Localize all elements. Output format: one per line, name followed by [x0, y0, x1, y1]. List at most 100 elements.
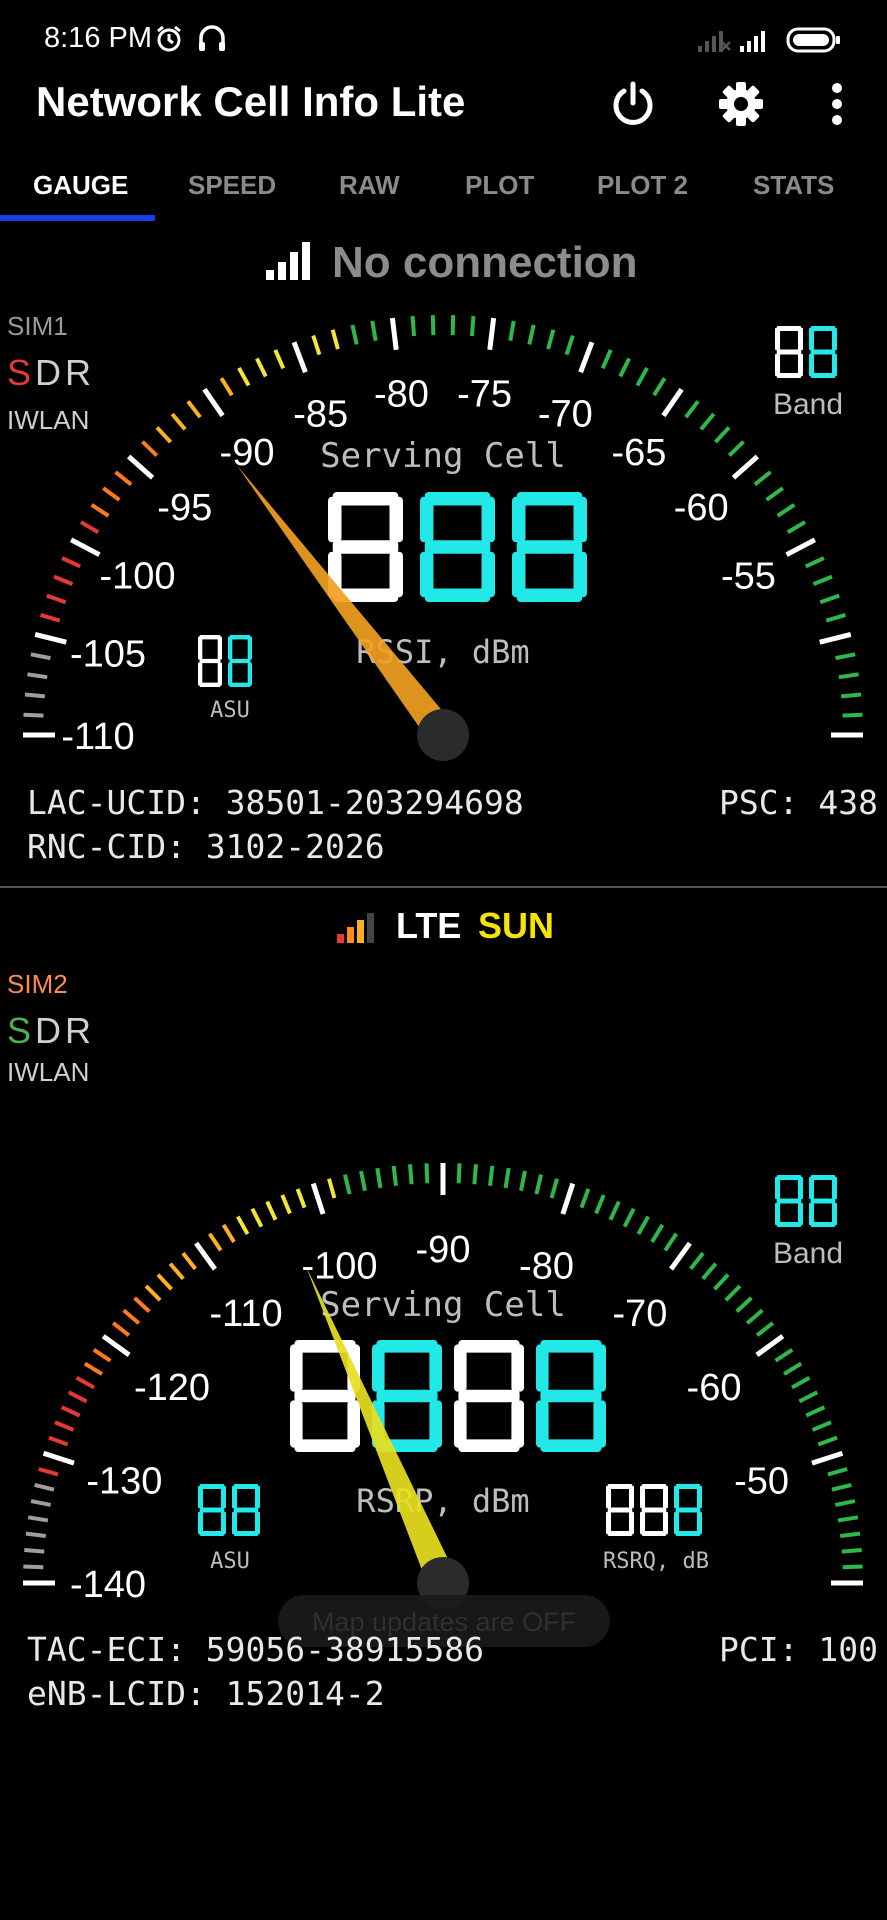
sim2-minor-tick: [839, 1531, 861, 1538]
sim2-asu-digits-digit: [232, 1484, 260, 1536]
sim2-scale-label: -80: [519, 1245, 574, 1287]
sim2-minor-tick: [724, 1284, 742, 1302]
sim2-main-digits-digit: [454, 1340, 524, 1452]
sim2-minor-tick: [359, 1170, 367, 1192]
sim2-iwlan: IWLAN: [7, 1057, 90, 1087]
sim2-minor-tick: [280, 1194, 292, 1215]
sim2-major-tick: [194, 1241, 217, 1271]
sim2-minor-tick: [713, 1273, 730, 1291]
sim2-minor-tick: [488, 1165, 495, 1187]
sim2-minor-tick: [783, 1361, 803, 1376]
lte-signal-icon: [337, 913, 374, 943]
tac-eci: TAC-ECI: 59056-38915586: [27, 1630, 484, 1669]
sim2-minor-tick: [122, 1308, 141, 1325]
sim2-scale-label: -90: [416, 1229, 471, 1271]
sim2-rsrq-digits: [606, 1484, 702, 1536]
sim2-scale-label: -60: [687, 1367, 742, 1409]
sim2-minor-tick: [456, 1163, 462, 1184]
sim2-band-digits: [775, 1175, 837, 1227]
sim2-d: D: [35, 1010, 66, 1051]
sim2-minor-tick: [48, 1435, 69, 1447]
sim2-major-tick: [669, 1241, 692, 1271]
sim2-minor-tick: [34, 1483, 55, 1492]
sim2-minor-tick: [27, 1515, 49, 1523]
sim2-minor-tick: [622, 1207, 636, 1228]
sim2-minor-tick: [92, 1347, 112, 1363]
sim2-asu-digits: [198, 1484, 260, 1536]
sim2-minor-tick: [23, 1564, 44, 1570]
sim2-minor-tick: [327, 1178, 337, 1199]
sim2-minor-tick: [472, 1164, 478, 1185]
sim2-minor-tick: [250, 1207, 264, 1228]
sim2-minor-tick: [701, 1262, 718, 1281]
sim2-scale-label: -70: [612, 1293, 667, 1335]
sim2-minor-tick: [519, 1170, 527, 1192]
sim2-minor-tick: [424, 1163, 430, 1184]
sim2-minor-tick: [534, 1174, 543, 1195]
sim2-minor-tick: [391, 1165, 398, 1187]
sim2-band-digits-digit: [775, 1175, 803, 1227]
sim2-minor-tick: [24, 1548, 45, 1554]
sim2-minor-tick: [67, 1390, 88, 1404]
sim2-major-tick: [755, 1334, 785, 1357]
network-type: LTE: [396, 905, 462, 946]
sim2-minor-tick: [181, 1251, 197, 1271]
sim2-label: SIM2: [7, 969, 68, 999]
sim2-s: S: [7, 1010, 36, 1051]
sim2-minor-tick: [30, 1499, 52, 1507]
sim2-minor-tick: [144, 1284, 162, 1302]
sim2-minor-tick: [295, 1188, 307, 1209]
sim2-minor-tick: [156, 1273, 173, 1291]
sim2-minor-tick: [60, 1405, 81, 1418]
sim2-minor-tick: [842, 1564, 863, 1570]
sim2-minor-tick: [38, 1467, 59, 1477]
sim2-main-digits-digit: [536, 1340, 606, 1452]
sim2-minor-tick: [75, 1376, 95, 1390]
sim2-major-tick: [42, 1450, 75, 1466]
sim2-band-digits-digit: [809, 1175, 837, 1227]
sim2-minor-tick: [805, 1405, 826, 1418]
sim2-minor-tick: [265, 1200, 278, 1221]
sim2-minor-tick: [735, 1296, 753, 1313]
sim2-minor-tick: [745, 1308, 764, 1325]
sim2-minor-tick: [594, 1194, 606, 1215]
sim2-asu-label: ASU: [210, 1549, 250, 1574]
sim2-minor-tick: [841, 1548, 862, 1554]
sim2-minor-tick: [817, 1435, 838, 1447]
sim2-scale-label: -130: [86, 1460, 162, 1502]
sim2-minor-tick: [689, 1251, 705, 1271]
sim2-rsrq-label: RSRQ, dB: [603, 1549, 709, 1574]
sim2-sdr: SDR: [7, 1010, 95, 1052]
sim2-minor-tick: [755, 1321, 775, 1337]
pci: PCI: 100: [719, 1630, 878, 1669]
sim2-scale-label: -140: [70, 1564, 146, 1606]
sim2-band-label: Band: [773, 1237, 843, 1270]
sim2-major-tick: [560, 1182, 576, 1215]
sim2-scale-label: -50: [734, 1460, 789, 1502]
sim2-minor-tick: [221, 1223, 236, 1243]
sim2-rsrq-digits-digit: [674, 1484, 702, 1536]
sim2-main-digits: [290, 1340, 606, 1452]
sim2-minor-tick: [774, 1347, 794, 1363]
sim2-rsrq-digits-digit: [640, 1484, 668, 1536]
sim2-minor-tick: [236, 1215, 250, 1235]
sim2-scale-label: -110: [209, 1293, 282, 1335]
sim2-minor-tick: [83, 1361, 103, 1376]
sim2-minor-tick: [636, 1215, 650, 1235]
sim2-minor-tick: [54, 1420, 75, 1432]
enb-lcid: eNB-LCID: 152014-2: [27, 1674, 385, 1713]
sim2-minor-tick: [837, 1515, 859, 1523]
sim2-r: R: [65, 1010, 96, 1051]
sim2-minor-tick: [608, 1200, 621, 1221]
sim2-minor-tick: [168, 1262, 185, 1281]
sim2-minor-tick: [650, 1223, 665, 1243]
sim2-minor-tick: [798, 1390, 819, 1404]
sim2-major-tick: [811, 1450, 844, 1466]
sim2-minor-tick: [579, 1188, 591, 1209]
sim2-minor-tick: [831, 1483, 852, 1492]
sim2-minor-tick: [343, 1174, 352, 1195]
sim2-scale-label: -120: [134, 1367, 210, 1409]
sim2-rsrq-digits-digit: [606, 1484, 634, 1536]
sim2-minor-tick: [663, 1232, 679, 1252]
sim2-unit: RSRP, dBm: [356, 1482, 529, 1520]
